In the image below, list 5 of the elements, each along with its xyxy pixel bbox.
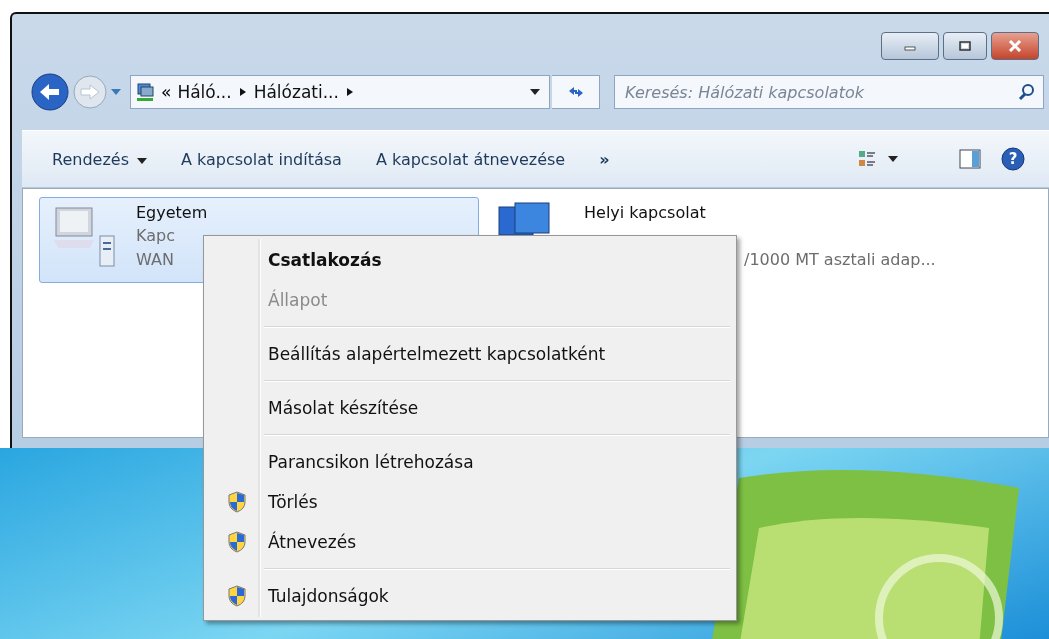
connection-name: Helyi kapcsolat <box>584 202 707 224</box>
connection-detail: /1000 MT asztali adap... <box>744 249 936 271</box>
connection-name: Egyetem <box>136 202 208 224</box>
connection-detail: Kapc <box>136 225 176 247</box>
connection-detail: WAN <box>136 249 175 271</box>
